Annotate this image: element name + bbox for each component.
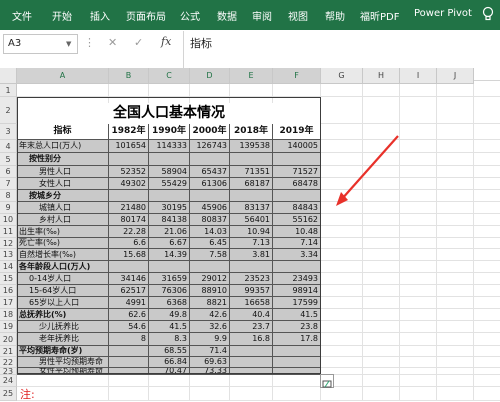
annotation-arrow-shaft: [340, 135, 399, 201]
annotation-arrow-layer: [336, 135, 399, 206]
